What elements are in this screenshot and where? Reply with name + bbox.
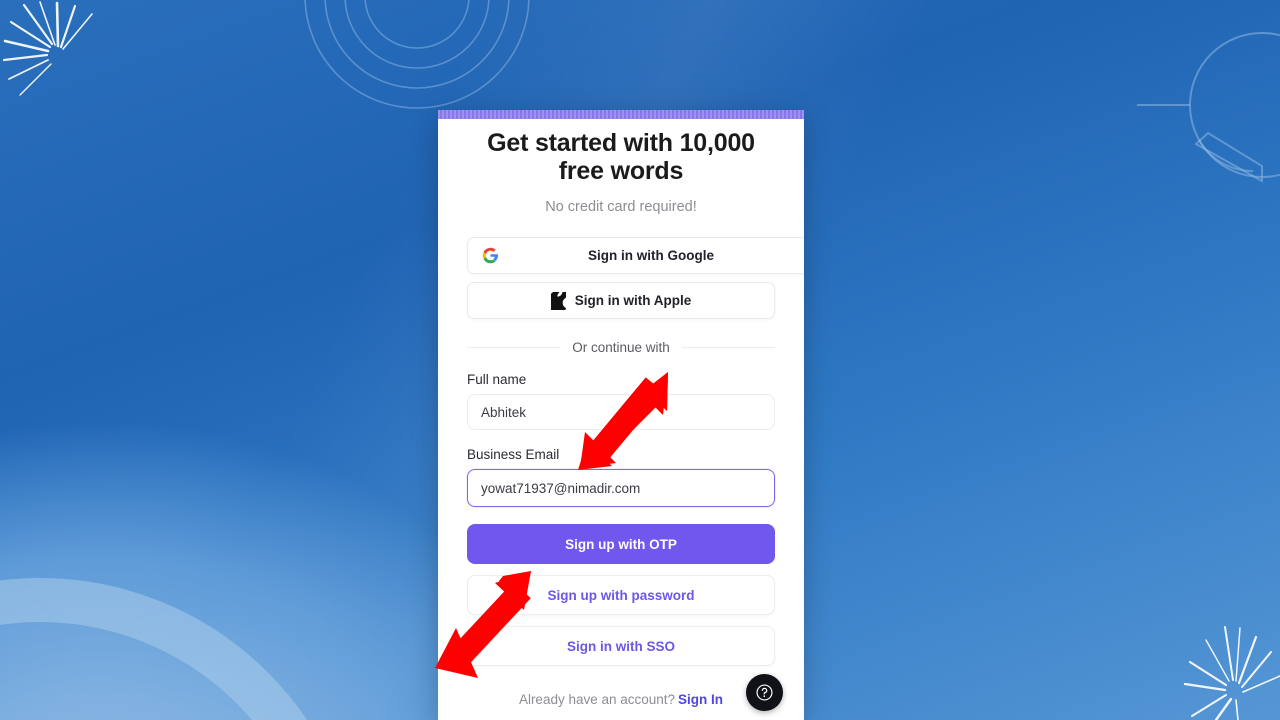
divider-rule-right — [681, 347, 776, 348]
full-name-label: Full name — [467, 372, 527, 387]
question-mark-icon — [756, 684, 773, 701]
starburst-bottom-right — [1183, 626, 1280, 720]
sign-in-link[interactable]: Sign In — [678, 692, 723, 707]
business-email-field-group: Business Email — [467, 447, 775, 507]
oauth-buttons: Sign in with Google Sign in with Apple — [467, 237, 804, 319]
concentric-arcs-top-center — [304, 0, 530, 109]
signup-card: Get started with 10,000 free words No cr… — [438, 110, 804, 720]
starburst-top-left — [2, 1, 93, 96]
footer: Already have an account? Sign In — [467, 692, 775, 707]
divider: Or continue with — [467, 340, 776, 355]
action-buttons: Sign up with OTP Sign up with password S… — [467, 524, 775, 666]
sign-up-with-otp-label: Sign up with OTP — [565, 536, 677, 552]
thick-ring-bottom-left — [0, 578, 307, 720]
business-email-input[interactable] — [467, 469, 775, 507]
divider-label: Or continue with — [572, 340, 670, 355]
sign-in-with-apple-label: Sign in with Apple — [574, 293, 692, 308]
sign-up-with-password-button[interactable]: Sign up with password — [467, 575, 775, 615]
sign-up-with-password-label: Sign up with password — [547, 587, 695, 603]
business-email-label: Business Email — [467, 447, 560, 462]
full-name-input[interactable] — [467, 394, 775, 430]
page-subtitle: No credit card required! — [545, 199, 697, 215]
divider-rule-left — [467, 347, 561, 348]
large-circle-right — [1137, 32, 1280, 183]
help-button[interactable] — [746, 674, 783, 711]
sign-in-with-google-label: Sign in with Google — [588, 248, 714, 263]
page-title: Get started with 10,000 free words — [487, 129, 755, 185]
sign-in-with-apple-button[interactable]: Sign in with Apple — [467, 282, 775, 319]
sign-in-with-sso-button[interactable]: Sign in with SSO — [467, 626, 775, 666]
sign-in-with-sso-label: Sign in with SSO — [567, 638, 675, 654]
screen: Get started with 10,000 free words No cr… — [0, 0, 1280, 720]
card-accent-bar — [438, 110, 804, 119]
sign-up-with-otp-button[interactable]: Sign up with OTP — [467, 524, 775, 564]
already-have-account-text: Already have an account? — [518, 692, 676, 707]
apple-icon — [550, 291, 566, 310]
full-name-field-group: Full name — [467, 372, 775, 430]
sign-in-with-google-button[interactable]: Sign in with Google — [467, 237, 804, 274]
